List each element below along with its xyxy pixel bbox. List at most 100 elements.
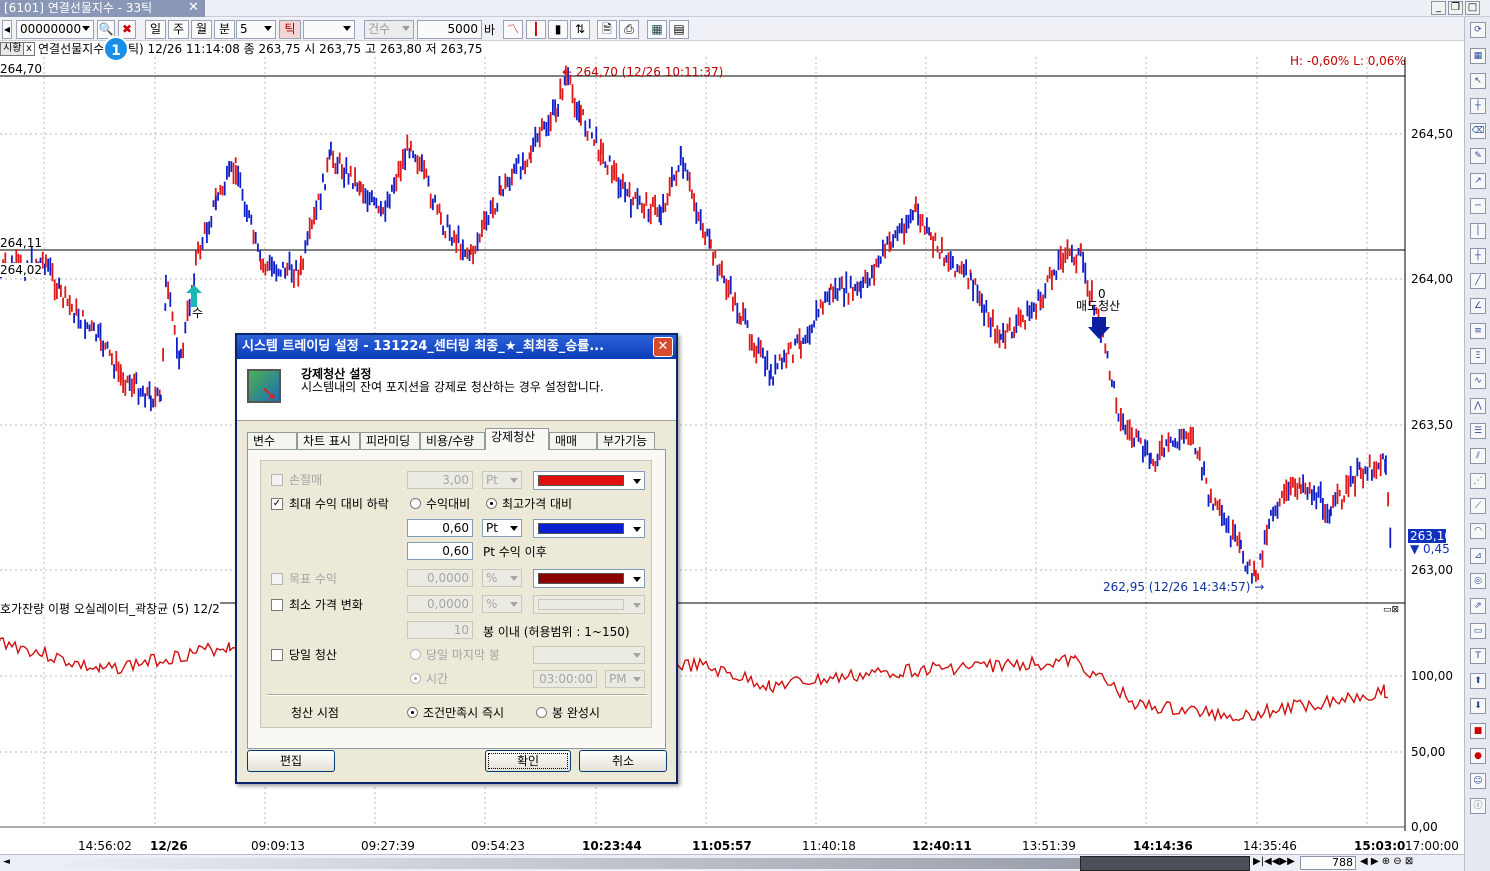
horizontal-scrollbar[interactable]: ◄ ▶|◀◀▶▶ 788 ◀ ▶ ⊕ ⊖ ⊠	[0, 854, 1464, 871]
scroll-nav-icons[interactable]: ▶|◀◀▶▶	[1253, 856, 1295, 867]
tick-interval-select[interactable]	[303, 20, 355, 39]
crosshair-icon[interactable]: ┼	[1470, 98, 1486, 114]
grid-icon[interactable]: ▤	[669, 20, 689, 39]
exec-bar-close-radio[interactable]	[536, 707, 547, 718]
period-month-button[interactable]: 월	[191, 20, 212, 39]
trailing-high-radio[interactable]	[486, 498, 497, 509]
tab-pyramiding[interactable]: 피라미딩	[360, 432, 420, 450]
count-input[interactable]: 5000	[417, 20, 482, 39]
tick-button[interactable]: 틱	[279, 20, 301, 39]
arc-icon[interactable]: ◠	[1470, 523, 1486, 539]
target-profit-checkbox[interactable]	[271, 573, 283, 585]
layout-toggle-icon[interactable]: ▦	[1470, 48, 1486, 64]
target-color-picker[interactable]	[533, 569, 645, 588]
retrace-icon[interactable]: ☰	[1470, 423, 1486, 439]
tab-forced-close[interactable]: 강제청산	[485, 428, 549, 450]
period-minute-button[interactable]: 분	[214, 20, 235, 39]
wave-icon[interactable]: ∿	[1470, 373, 1486, 389]
trailing-input[interactable]: 0,60	[407, 519, 473, 537]
refresh-icon[interactable]: ⟳	[1470, 22, 1486, 38]
trailing-stop-checkbox[interactable]: ✓	[271, 498, 283, 510]
down-arrow-icon[interactable]: ⬇	[1470, 698, 1486, 714]
restore-icon[interactable]: ❐	[1448, 1, 1463, 15]
tab-chart-display[interactable]: 차트 표시	[297, 432, 360, 450]
vline-icon[interactable]: │	[1470, 223, 1486, 239]
maximize-icon[interactable]: □	[1465, 1, 1480, 15]
min-change-unit-select[interactable]: %	[482, 595, 522, 613]
ok-button[interactable]: 확인	[485, 750, 571, 772]
scroll-left-icon[interactable]: ◂	[2, 20, 12, 39]
cancel-button[interactable]: 취소	[579, 750, 667, 772]
line-chart-icon[interactable]: 〽	[503, 20, 523, 39]
day-close-ampm-select[interactable]: PM	[605, 670, 645, 688]
rect-icon[interactable]: ▭	[1470, 623, 1486, 639]
fibo-icon[interactable]: Ξ	[1470, 348, 1486, 364]
ray-icon[interactable]: ╱	[1470, 273, 1486, 289]
zigzag-icon[interactable]: ⋰	[1470, 473, 1486, 489]
scroll-track[interactable]	[40, 858, 1080, 869]
document-icon[interactable]: 🗎	[597, 20, 617, 39]
period-week-button[interactable]: 주	[168, 20, 189, 39]
regression-icon[interactable]: ⟋	[1470, 498, 1486, 514]
bar-count-input[interactable]: 788	[1300, 856, 1356, 870]
pane-buttons[interactable]: ▭⊠	[1383, 603, 1399, 617]
min-change-checkbox[interactable]	[271, 599, 283, 611]
dialog-close-icon[interactable]: ✕	[653, 337, 673, 357]
cross-line-icon[interactable]: ┼	[1470, 248, 1486, 264]
code-select[interactable]: 00000000	[16, 20, 94, 39]
circle-icon[interactable]: ●	[1470, 748, 1486, 764]
edit-button[interactable]: 편집	[247, 750, 335, 772]
period-day-button[interactable]: 일	[145, 20, 166, 39]
day-close-bar-select[interactable]	[533, 646, 645, 664]
stop-loss-unit-select[interactable]: Pt	[482, 471, 522, 489]
trailing-profit-radio[interactable]	[410, 498, 421, 509]
count-select[interactable]: 건수	[364, 20, 414, 39]
speed-icon[interactable]: ⇗	[1470, 598, 1486, 614]
cycle-icon[interactable]: ◎	[1470, 573, 1486, 589]
up-arrow-icon[interactable]: ⬆	[1470, 673, 1486, 689]
trend-icon[interactable]: ↗	[1470, 173, 1486, 189]
fan-icon[interactable]: ⋀	[1470, 398, 1486, 414]
minimize-icon[interactable]: _	[1431, 1, 1446, 15]
tab-variables[interactable]: 변수	[247, 432, 297, 450]
tab-trading[interactable]: 매매	[549, 432, 597, 450]
eraser-icon[interactable]: ⌫	[1470, 123, 1486, 139]
trailing-unit-select[interactable]: Pt	[482, 519, 522, 537]
target-unit-select[interactable]: %	[482, 569, 522, 587]
cursor-icon[interactable]: ↖	[1470, 73, 1486, 89]
min-change-color-picker[interactable]	[533, 595, 645, 614]
tab-extras[interactable]: 부가기능	[597, 432, 655, 450]
scroll-thumb[interactable]	[1080, 856, 1250, 871]
updown-icon[interactable]: ⇅	[570, 20, 590, 39]
close-tab-icon[interactable]: ✕	[188, 1, 199, 15]
gann-icon[interactable]: ⊿	[1470, 548, 1486, 564]
info-icon[interactable]: ⓘ	[1470, 798, 1486, 814]
hline-icon[interactable]: ─	[1470, 198, 1486, 214]
min-change-bars-input[interactable]: 10	[407, 621, 473, 639]
trailing-after-input[interactable]: 0,60	[407, 542, 473, 560]
day-close-checkbox[interactable]	[271, 649, 283, 661]
target-profit-input[interactable]: 0,0000	[407, 569, 473, 587]
layout-icon[interactable]: ▦	[647, 20, 667, 39]
interval-select[interactable]: 5	[236, 20, 276, 39]
min-change-input[interactable]: 0,0000	[407, 595, 473, 613]
text-icon[interactable]: T	[1470, 648, 1486, 664]
square-icon[interactable]: ■	[1470, 723, 1486, 739]
pen-icon[interactable]: ✎	[1470, 148, 1486, 164]
exec-immediate-radio[interactable]	[407, 707, 418, 718]
channel-icon[interactable]: ≡	[1470, 323, 1486, 339]
trailing-color-picker[interactable]	[533, 519, 645, 538]
smile-icon[interactable]: ☺	[1470, 773, 1486, 789]
angle-icon[interactable]: ∠	[1470, 298, 1486, 314]
dialog-title-bar[interactable]: 시스템 트레이딩 설정 - 131224_센터링 최종_★_최최종_승률...	[237, 335, 676, 359]
day-close-time-radio[interactable]	[410, 673, 421, 684]
day-close-time-input[interactable]: 03:00:00	[533, 670, 597, 688]
window-tab[interactable]: [6101] 연결선물지수 - 33틱	[0, 0, 205, 17]
zoom-icons[interactable]: ◀ ▶ ⊕ ⊖ ⊠	[1360, 856, 1413, 867]
parallel-icon[interactable]: ⫽	[1470, 448, 1486, 464]
print-icon[interactable]: ⎙	[619, 20, 639, 39]
scroll-left-arrow-icon[interactable]: ◄	[3, 857, 10, 867]
bar-chart-icon[interactable]: ▮	[548, 20, 568, 39]
tab-cost-quantity[interactable]: 비용/수량	[420, 432, 485, 450]
candle-icon[interactable]: ┃	[526, 20, 546, 39]
